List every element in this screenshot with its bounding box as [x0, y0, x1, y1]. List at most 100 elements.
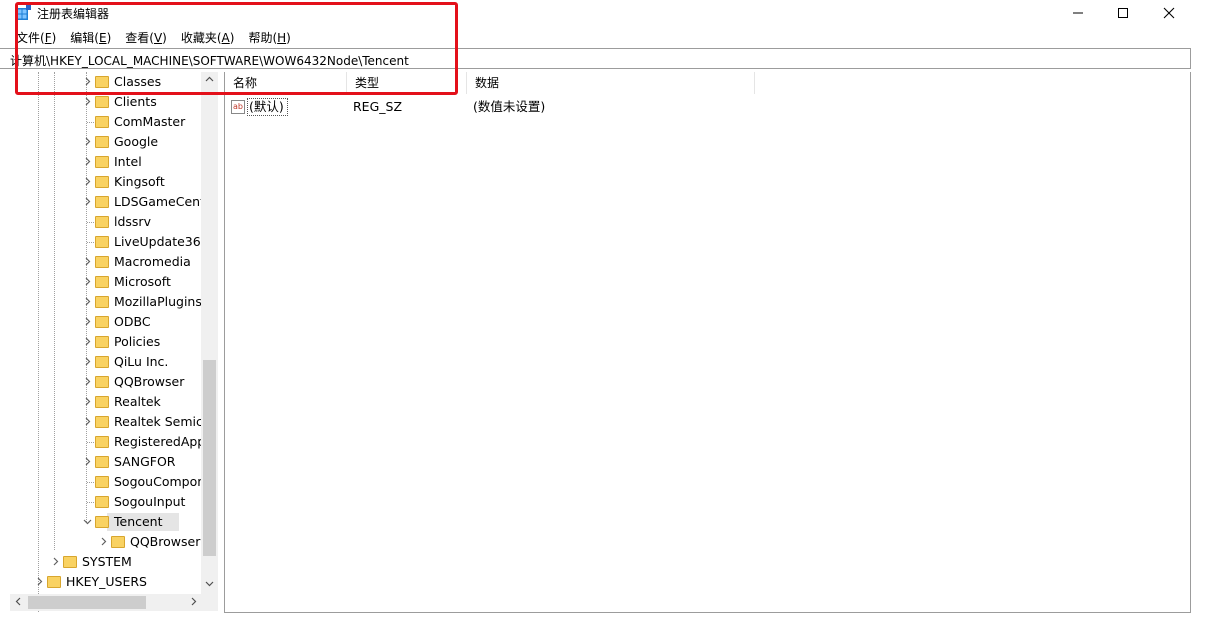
scroll-left-icon[interactable] [10, 594, 27, 611]
menu-edit-tail: ) [106, 31, 112, 45]
tree-guide-line [87, 242, 94, 243]
chevron-right-icon[interactable] [83, 397, 91, 406]
tree-item-label: Google [114, 134, 159, 149]
menu-favorites[interactable]: 收藏夹(A) [181, 28, 235, 48]
menu-favorites-tail: ) [229, 31, 235, 45]
chevron-right-icon[interactable] [83, 337, 91, 346]
chevron-right-icon[interactable] [83, 457, 91, 466]
tree-item-system[interactable]: SYSTEM [10, 552, 210, 572]
folder-icon [95, 376, 109, 388]
tree-item-odbc[interactable]: ODBC [10, 312, 210, 332]
close-icon [1163, 7, 1175, 19]
tree-item-label: QiLu Inc. [114, 354, 169, 369]
title-bar: 注册表编辑器 [0, 0, 1208, 26]
chevron-right-icon[interactable] [83, 297, 91, 306]
folder-icon [95, 316, 109, 328]
tree-item-sogouinput[interactable]: SogouInput [10, 492, 210, 512]
tree-item-microsoft[interactable]: Microsoft [10, 272, 210, 292]
chevron-right-icon[interactable] [83, 317, 91, 326]
tree-item-sangfor[interactable]: SANGFOR [10, 452, 210, 472]
chevron-right-icon[interactable] [83, 277, 91, 286]
chevron-right-icon[interactable] [83, 177, 91, 186]
column-header-data[interactable]: 数据 [467, 72, 755, 94]
tree-item-ldssrv[interactable]: ldssrv [10, 212, 210, 232]
menu-view[interactable]: 查看(V) [125, 28, 167, 48]
tree-item-tencent-qqbrowser[interactable]: QQBrowser [10, 532, 210, 552]
menu-edit[interactable]: 编辑(E) [70, 28, 111, 48]
tree-vertical-scroll-thumb[interactable] [203, 360, 216, 556]
column-header-name[interactable]: 名称 [225, 72, 347, 94]
tree-item-label: SYSTEM [82, 554, 132, 569]
menu-file-tail: ) [51, 31, 57, 45]
tree-item-commaster[interactable]: ComMaster [10, 112, 210, 132]
tree-horizontal-scroll-thumb[interactable] [28, 596, 146, 609]
tree-item-registeredapp[interactable]: RegisteredApp [10, 432, 210, 452]
menu-file[interactable]: 文件(F) [16, 28, 56, 48]
chevron-right-icon[interactable] [83, 197, 91, 206]
chevron-right-icon[interactable] [35, 577, 43, 586]
chevron-right-icon[interactable] [83, 377, 91, 386]
tree-item-qilu-inc-[interactable]: QiLu Inc. [10, 352, 210, 372]
value-row[interactable]: ab (默认) REG_SZ (数值未设置) [225, 96, 825, 118]
tree-item-policies[interactable]: Policies [10, 332, 210, 352]
maximize-icon [1118, 8, 1128, 18]
chevron-right-icon[interactable] [51, 557, 59, 566]
chevron-right-icon[interactable] [99, 537, 107, 546]
tree-item-tencent[interactable]: Tencent [10, 512, 210, 532]
tree-item-intel[interactable]: Intel [10, 152, 210, 172]
menu-help-tail: ) [286, 31, 291, 45]
tree-item-kingsoft[interactable]: Kingsoft [10, 172, 210, 192]
tree-item-realtek-semicc[interactable]: Realtek Semicc [10, 412, 210, 432]
address-bar[interactable]: 计算机\HKEY_LOCAL_MACHINE\SOFTWARE\WOW6432N… [0, 48, 1191, 69]
chevron-right-icon[interactable] [83, 257, 91, 266]
scroll-right-icon[interactable] [185, 594, 202, 611]
tree-item-google[interactable]: Google [10, 132, 210, 152]
tree-guide-line [87, 502, 94, 503]
menu-file-accelerator: F [44, 31, 52, 45]
tree-item-label: HKEY_USERS [66, 574, 147, 589]
tree-item-liveupdate360[interactable]: LiveUpdate360 [10, 232, 210, 252]
folder-icon [95, 336, 109, 348]
folder-icon [95, 116, 109, 128]
chevron-right-icon[interactable] [83, 77, 91, 86]
tree-item-label: ldssrv [114, 214, 151, 229]
tree-horizontal-scrollbar[interactable] [10, 594, 218, 611]
value-type: REG_SZ [353, 99, 403, 114]
menu-help[interactable]: 帮助(H) [248, 28, 290, 48]
tree-item-classes[interactable]: Classes [10, 72, 210, 92]
tree-item-clients[interactable]: Clients [10, 92, 210, 112]
tree-vertical-scrollbar[interactable] [201, 72, 218, 596]
maximize-button[interactable] [1100, 0, 1146, 26]
tree-item-hkey-users[interactable]: HKEY_USERS [10, 572, 210, 592]
chevron-down-icon[interactable] [83, 517, 92, 525]
chevron-right-icon[interactable] [83, 157, 91, 166]
menu-bar: 文件(F) 编辑(E) 查看(V) 收藏夹(A) 帮助(H) [0, 28, 291, 48]
chevron-right-icon[interactable] [83, 97, 91, 106]
tree-item-mozillaplugins[interactable]: MozillaPlugins [10, 292, 210, 312]
folder-icon [95, 456, 109, 468]
close-button[interactable] [1146, 0, 1192, 26]
menu-view-accelerator: V [153, 31, 163, 45]
scroll-down-icon[interactable] [201, 576, 218, 593]
chevron-right-icon[interactable] [83, 357, 91, 366]
address-path: 计算机\HKEY_LOCAL_MACHINE\SOFTWARE\WOW6432N… [10, 54, 409, 68]
tree-item-label: ODBC [114, 314, 151, 329]
tree-guide-line [87, 482, 94, 483]
tree-item-realtek[interactable]: Realtek [10, 392, 210, 412]
tree-item-macromedia[interactable]: Macromedia [10, 252, 210, 272]
chevron-right-icon[interactable] [83, 137, 91, 146]
minimize-button[interactable] [1055, 0, 1101, 26]
tree-item-label: Clients [114, 94, 157, 109]
column-header-type[interactable]: 类型 [347, 72, 467, 94]
pane-splitter[interactable] [220, 72, 223, 612]
tree-item-sogoucompon[interactable]: SogouCompon [10, 472, 210, 492]
scroll-up-icon[interactable] [201, 72, 218, 89]
menu-edit-label: 编辑( [70, 31, 99, 45]
chevron-right-icon[interactable] [83, 417, 91, 426]
folder-icon [95, 296, 109, 308]
tree-item-label: RegisteredApp [114, 434, 206, 449]
minimize-icon [1073, 12, 1083, 14]
folder-icon [95, 216, 109, 228]
tree-item-ldsgamecente[interactable]: LDSGameCente [10, 192, 213, 212]
tree-item-qqbrowser[interactable]: QQBrowser [10, 372, 210, 392]
